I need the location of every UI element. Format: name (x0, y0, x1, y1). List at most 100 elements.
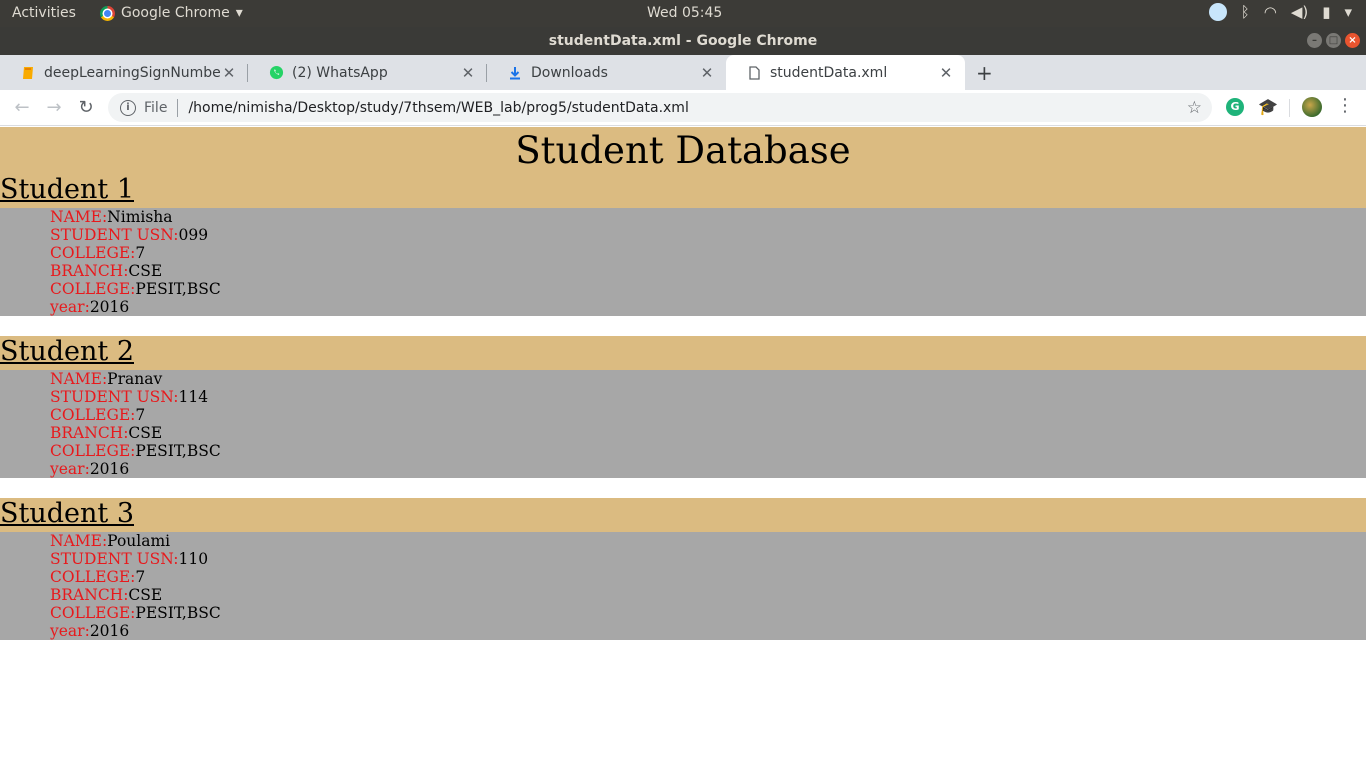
field-value: 2016 (89, 460, 130, 478)
student-record: NAME:Poulami STUDENT USN:110 COLLEGE: 7 B… (0, 532, 1366, 640)
student-heading: Student 3 (0, 498, 1366, 532)
browser-toolbar: ← → ↻ i File /home/nimisha/Desktop/study… (0, 90, 1366, 126)
grammarly-extension-icon[interactable]: G (1226, 98, 1244, 116)
tab-strip: deepLearningSignNumbe ✕ (2) WhatsApp ✕ D… (0, 55, 1366, 90)
field-row: STUDENT USN:114 (50, 388, 208, 406)
window-title-bar[interactable]: studentData.xml - Google Chrome – □ × (0, 27, 1366, 55)
field-key: COLLEGE: (50, 604, 136, 622)
graduation-cap-extension-icon[interactable]: 🎓 (1258, 98, 1278, 116)
more-menu-icon[interactable]: ⋮ (1336, 95, 1354, 116)
tab-colab[interactable]: deepLearningSignNumbe ✕ (0, 55, 248, 90)
back-icon[interactable]: ← (10, 96, 34, 120)
field-key: COLLEGE: (50, 280, 136, 298)
field-value: 7 (135, 568, 146, 586)
scheme-chip[interactable]: File (144, 100, 167, 116)
battery-icon[interactable]: ▮ (1322, 3, 1330, 21)
download-icon (507, 65, 523, 81)
student-record: NAME:Pranav STUDENT USN:114 COLLEGE:7 BR… (0, 370, 1366, 478)
field-value: 2016 (89, 622, 130, 640)
field-key: NAME: (50, 532, 108, 550)
window-title: studentData.xml - Google Chrome (548, 33, 818, 49)
field-row: COLLEGE:PESIT,BSC (50, 442, 221, 460)
field-key: year: (50, 622, 90, 640)
field-value: 2016 (89, 298, 130, 316)
field-value: 110 (178, 550, 209, 568)
close-window-icon[interactable]: × (1345, 33, 1360, 48)
forward-icon[interactable]: → (42, 96, 66, 120)
tab-label: studentData.xml (770, 64, 888, 81)
chevron-down-icon: ▾ (235, 5, 243, 21)
page-title: Student Database (0, 127, 1366, 174)
field-row: year:2016 (50, 622, 129, 640)
student-heading-text: Student 1 (0, 174, 134, 205)
chrome-icon (100, 5, 115, 21)
field-value: Poulami (107, 532, 171, 550)
field-row: NAME:Nimisha (50, 208, 173, 226)
field-key: BRANCH: (50, 262, 129, 280)
tab-whatsapp[interactable]: (2) WhatsApp ✕ (248, 55, 487, 90)
app-menu-label: Google Chrome (121, 5, 230, 21)
student-heading-text: Student 3 (0, 498, 134, 529)
colab-icon (20, 65, 36, 81)
field-value: CSE (128, 424, 163, 442)
field-value: 099 (178, 226, 209, 244)
system-menu-chevron-icon[interactable]: ▾ (1344, 3, 1352, 21)
field-key: year: (50, 298, 90, 316)
omnibox-divider (177, 98, 179, 117)
address-bar[interactable]: i File /home/nimisha/Desktop/study/7thse… (108, 93, 1212, 122)
field-value: Nimisha (107, 208, 173, 226)
tab-label: (2) WhatsApp (292, 64, 388, 81)
system-top-bar: Activities Google Chrome ▾ Wed 05:45 ᛒ ◠… (0, 0, 1366, 27)
clock[interactable]: Wed 05:45 (647, 5, 722, 21)
field-key: NAME: (50, 208, 108, 226)
field-key: STUDENT USN: (50, 550, 179, 568)
field-row: BRANCH:CSE (50, 262, 162, 280)
field-value: PESIT,BSC (135, 442, 221, 460)
close-tab-icon[interactable]: ✕ (937, 64, 955, 82)
info-icon[interactable]: i (120, 99, 136, 116)
field-row: COLLEGE:7 (50, 406, 145, 424)
field-value: Pranav (107, 370, 163, 388)
bookmark-star-icon[interactable]: ☆ (1187, 98, 1202, 118)
field-row: STUDENT USN:110 (50, 550, 208, 568)
field-key: STUDENT USN: (50, 226, 179, 244)
field-value: CSE (128, 586, 163, 604)
field-value: 114 (178, 388, 209, 406)
field-value: CSE (128, 262, 163, 280)
file-icon (746, 65, 762, 81)
field-row: COLLEGE:PESIT,BSC (50, 280, 221, 298)
field-row: BRANCH:CSE (50, 424, 162, 442)
tab-studentdata[interactable]: studentData.xml ✕ (726, 55, 965, 90)
field-key: BRANCH: (50, 586, 129, 604)
wifi-icon[interactable]: ◠ (1264, 3, 1277, 21)
url-text[interactable]: /home/nimisha/Desktop/study/7thsem/WEB_l… (188, 100, 1186, 116)
toolbar-divider (1289, 99, 1290, 117)
minimize-icon[interactable]: – (1307, 33, 1322, 48)
whatsapp-icon (268, 65, 284, 81)
field-row: year:2016 (50, 460, 129, 478)
volume-icon[interactable]: ◀) (1291, 3, 1308, 21)
field-value: PESIT,BSC (135, 280, 221, 298)
maximize-icon[interactable]: □ (1326, 33, 1341, 48)
field-row: NAME:Poulami (50, 532, 170, 550)
close-tab-icon[interactable]: ✕ (220, 64, 238, 82)
field-row: STUDENT USN:099 (50, 226, 208, 244)
window-controls: – □ × (1307, 33, 1360, 48)
bluetooth-icon[interactable]: ᛒ (1241, 3, 1250, 21)
page-content: Student Database Student 1 NAME:Nimisha … (0, 127, 1366, 768)
skype-icon[interactable] (1208, 3, 1227, 21)
profile-avatar[interactable] (1302, 97, 1322, 117)
new-tab-icon[interactable]: + (976, 61, 993, 85)
activities-button[interactable]: Activities (12, 5, 76, 21)
close-tab-icon[interactable]: ✕ (459, 64, 477, 82)
system-tray[interactable]: ᛒ ◠ ◀) ▮ ▾ (1208, 3, 1352, 21)
reload-icon[interactable]: ↻ (74, 96, 98, 120)
field-key: STUDENT USN: (50, 388, 179, 406)
field-row: NAME:Pranav (50, 370, 162, 388)
student-heading: Student 2 (0, 336, 1366, 370)
close-tab-icon[interactable]: ✕ (698, 64, 716, 82)
tab-downloads[interactable]: Downloads ✕ (487, 55, 726, 90)
student-record: NAME:Nimisha STUDENT USN:099 COLLEGE:7 B… (0, 208, 1366, 316)
app-menu[interactable]: Google Chrome ▾ (100, 5, 243, 21)
student-heading-text: Student 2 (0, 336, 134, 367)
